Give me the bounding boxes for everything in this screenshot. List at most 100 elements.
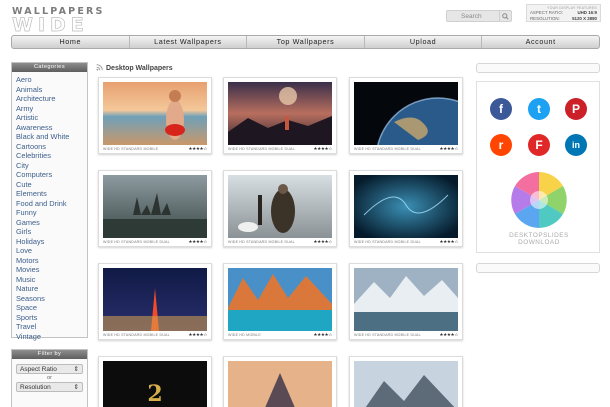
category-link[interactable]: Animals <box>16 85 87 95</box>
thumb-rating: ★★★★☆ <box>313 239 332 244</box>
category-link[interactable]: Vintage <box>16 332 87 342</box>
main-nav: Home Latest Wallpapers Top Wallpapers Up… <box>11 35 600 49</box>
thumb-rating: ★★★★☆ <box>188 332 207 337</box>
nav-latest-wallpapers[interactable]: Latest Wallpapers <box>130 36 248 48</box>
wallpaper-thumb[interactable]: WIDE HD STANDARD MOBILE DUAL ★★★★☆ <box>223 77 337 154</box>
thumb-tags: WIDE HD MOBILE <box>228 333 261 337</box>
pinterest-icon-glyph: P <box>571 102 580 116</box>
nav-account[interactable]: Account <box>482 36 599 48</box>
select-arrows-icon: ⇕ <box>73 366 79 373</box>
aspect-ratio-select[interactable]: Aspect Ratio ⇕ <box>16 364 83 374</box>
thumb-tags: WIDE HD STANDARD MOBILE <box>103 147 159 151</box>
wallpaper-image-2021-gold: 2 <box>103 361 207 407</box>
category-link[interactable]: Space <box>16 303 87 313</box>
desktopslides-logo[interactable] <box>509 170 569 230</box>
wallpaper-thumb[interactable] <box>349 356 463 407</box>
desktopslides-title[interactable]: DESKTOPSLIDES <box>477 232 601 239</box>
filter-panel: Filter by Aspect Ratio ⇕ or Resolution ⇕ <box>11 349 88 407</box>
wallpaper-thumb[interactable]: WIDE HD STANDARD MOBILE DUAL ★★★★☆ <box>349 170 463 247</box>
category-link[interactable]: City <box>16 161 87 171</box>
category-link[interactable]: Awareness <box>16 123 87 133</box>
wallpaper-image-earth-space <box>354 82 458 145</box>
flipboard-icon[interactable]: F <box>528 134 550 156</box>
linkedin-icon-glyph: in <box>572 140 580 150</box>
resolution-label: RESOLUTION: <box>530 16 560 21</box>
category-link[interactable]: Seasons <box>16 294 87 304</box>
wallpaper-image-tokyo-night <box>103 268 207 331</box>
wallpaper-image-alpine-peaks <box>354 361 458 407</box>
search-icon[interactable] <box>499 11 511 21</box>
wallpaper-image-beach-woman <box>103 82 207 145</box>
wallpaper-thumb[interactable]: WIDE HD STANDARD MOBILE DUAL ★★★★☆ <box>349 263 463 340</box>
thumb-tags: WIDE HD STANDARD MOBILE DUAL <box>228 240 295 244</box>
category-link[interactable]: Games <box>16 218 87 228</box>
wallpaper-image-matterhorn <box>228 361 332 407</box>
search-box <box>446 10 512 22</box>
nav-top-wallpapers[interactable]: Top Wallpapers <box>247 36 365 48</box>
pinterest-icon[interactable]: P <box>565 98 587 120</box>
category-link[interactable]: Travel <box>16 322 87 332</box>
thumb-tags: WIDE HD STANDARD MOBILE DUAL <box>103 333 170 337</box>
display-features-box: YOUR DISPLAY FEATURES ASPECT RATIO: UHD … <box>526 4 601 22</box>
category-link[interactable]: Sports <box>16 313 87 323</box>
category-link[interactable]: Movies <box>16 265 87 275</box>
thumb-meta: WIDE HD STANDARD MOBILE DUAL ★★★★☆ <box>354 331 458 339</box>
thumb-rating: ★★★★☆ <box>188 146 207 151</box>
site-logo[interactable]: WALLPAPERS WIDE <box>12 6 118 35</box>
category-link[interactable]: Girls <box>16 227 87 237</box>
category-link[interactable]: Celebrities <box>16 151 87 161</box>
category-link[interactable]: Love <box>16 246 87 256</box>
nav-home[interactable]: Home <box>12 36 130 48</box>
category-link[interactable]: Artistic <box>16 113 87 123</box>
category-link[interactable]: Elements <box>16 189 87 199</box>
thumb-tags: WIDE HD STANDARD MOBILE DUAL <box>103 240 170 244</box>
wallpaper-image-snowy-mountains <box>354 268 458 331</box>
category-link[interactable]: Architecture <box>16 94 87 104</box>
wallpaper-thumb[interactable]: WIDE HD STANDARD MOBILE DUAL ★★★★☆ <box>98 263 212 340</box>
filter-title: Filter by <box>12 350 87 359</box>
thumb-tags: WIDE HD STANDARD MOBILE DUAL <box>228 147 295 151</box>
category-link[interactable]: Army <box>16 104 87 114</box>
thumb-rating: ★★★★☆ <box>439 332 458 337</box>
wallpaper-thumb[interactable]: WIDE HD STANDARD MOBILE DUAL ★★★★☆ <box>98 170 212 247</box>
wallpaper-thumb[interactable]: WIDE HD MOBILE ★★★★☆ <box>223 263 337 340</box>
category-link[interactable]: Computers <box>16 170 87 180</box>
twitter-icon[interactable]: t <box>528 98 550 120</box>
section-title: Desktop Wallpapers <box>96 64 173 73</box>
category-link[interactable]: Holidays <box>16 237 87 247</box>
thumb-tags: WIDE HD STANDARD MOBILE DUAL <box>354 333 421 337</box>
section-title-text: Desktop Wallpapers <box>106 65 173 72</box>
search-input[interactable] <box>447 11 499 21</box>
category-link[interactable]: Nature <box>16 284 87 294</box>
categories-panel: Categories Aero Animals Architecture Army Ar… <box>11 62 88 341</box>
category-link[interactable]: Music <box>16 275 87 285</box>
resolution-row: RESOLUTION: 5120 X 2880 <box>530 16 597 22</box>
category-link[interactable]: Aero <box>16 75 87 85</box>
resolution-select[interactable]: Resolution ⇕ <box>16 382 83 392</box>
facebook-icon-glyph: f <box>499 102 503 116</box>
resolution-value: 5120 X 2880 <box>572 16 597 21</box>
wallpaper-thumb[interactable]: WIDE HD STANDARD MOBILE DUAL ★★★★☆ <box>223 170 337 247</box>
reddit-icon[interactable]: r <box>490 134 512 156</box>
wallpaper-thumb[interactable]: WIDE HD STANDARD MOBILE DUAL ★★★★☆ <box>349 77 463 154</box>
category-link[interactable]: Food and Drink <box>16 199 87 209</box>
wallpaper-thumb[interactable] <box>223 356 337 407</box>
wallpaper-image-abstract-teal <box>354 175 458 238</box>
facebook-icon[interactable]: f <box>490 98 512 120</box>
thumb-tags: WIDE HD STANDARD MOBILE DUAL <box>354 147 421 151</box>
wallpaper-thumb[interactable]: WIDE HD STANDARD MOBILE ★★★★☆ <box>98 77 212 154</box>
category-link[interactable]: Cute <box>16 180 87 190</box>
rss-icon[interactable] <box>96 64 103 73</box>
thumb-rating: ★★★★☆ <box>439 146 458 151</box>
category-link[interactable]: Black and White <box>16 132 87 142</box>
nav-upload[interactable]: Upload <box>365 36 483 48</box>
category-link[interactable]: Cartoons <box>16 142 87 152</box>
wallpaper-thumb[interactable]: 2 <box>98 356 212 407</box>
right-top-bar <box>476 63 600 73</box>
category-link[interactable]: Motors <box>16 256 87 266</box>
aspect-ratio-select-value: Aspect Ratio <box>20 365 57 373</box>
category-link[interactable]: Funny <box>16 208 87 218</box>
thumb-meta: WIDE HD MOBILE ★★★★☆ <box>228 331 332 339</box>
linkedin-icon[interactable]: in <box>565 134 587 156</box>
desktopslides-download[interactable]: DOWNLOAD <box>477 239 601 246</box>
